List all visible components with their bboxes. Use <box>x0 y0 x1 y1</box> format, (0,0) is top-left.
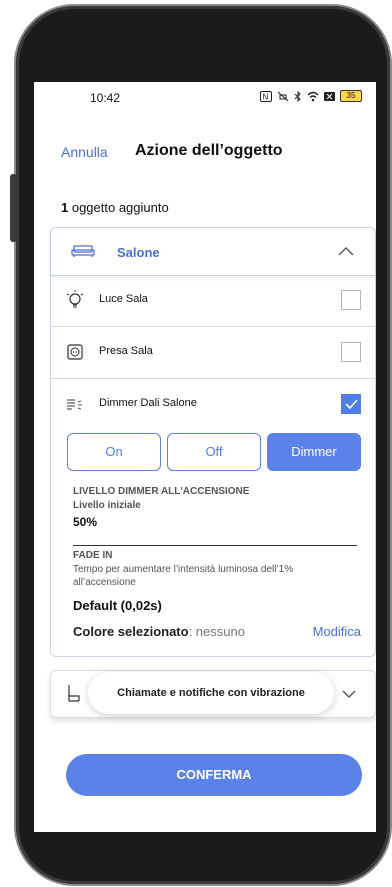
mode-off-button[interactable]: Off <box>167 433 261 471</box>
room-card: Salone Luce Sala Presa Sala Dimmer Dali … <box>50 227 376 657</box>
chair-icon <box>68 685 80 702</box>
mode-on-button[interactable]: On <box>67 433 161 471</box>
toast-notification: Chiamate e notifiche con vibrazione <box>88 672 334 714</box>
objects-count: 1 oggetto aggiunto <box>61 200 169 215</box>
device-label: Presa Sala <box>99 345 153 357</box>
nfc-icon: N <box>260 90 272 102</box>
room-name: Salone <box>117 245 160 260</box>
chevron-up-icon[interactable] <box>337 244 355 258</box>
bluetooth-icon <box>294 90 301 102</box>
wifi-icon <box>307 91 319 101</box>
dimmer-level-title: LIVELLO DIMMER ALL'ACCENSIONE <box>73 486 250 497</box>
device-row-presa-sala[interactable]: Presa Sala <box>51 328 375 379</box>
fade-in-description: Tempo per aumentare l’intensità luminosa… <box>73 564 294 588</box>
room-header[interactable]: Salone <box>51 228 375 276</box>
status-time: 10:42 <box>90 91 121 105</box>
modify-color-link[interactable]: Modifica <box>313 624 361 639</box>
cancel-button[interactable]: Annulla <box>61 144 108 160</box>
status-icons: N 35 <box>260 90 362 102</box>
selected-color-value: : nessuno <box>188 624 245 639</box>
svg-text:N: N <box>263 92 269 101</box>
header: Annulla Azione dell’oggetto <box>34 140 376 164</box>
device-checkbox[interactable] <box>341 290 361 310</box>
device-row-luce-sala[interactable]: Luce Sala <box>51 276 375 327</box>
device-checkbox-checked[interactable] <box>341 394 361 414</box>
selected-color: Colore selezionato: nessuno <box>73 624 245 639</box>
sofa-icon <box>71 245 95 257</box>
page-title: Azione dell’oggetto <box>135 142 283 159</box>
selected-color-label: Colore selezionato <box>73 624 189 639</box>
battery-icon: 35 <box>340 90 362 102</box>
close-box-icon <box>324 91 335 101</box>
mode-dimmer-button[interactable]: Dimmer <box>267 433 361 471</box>
confirm-button[interactable]: CONFERMA <box>66 754 362 796</box>
fade-in-title: FADE IN <box>73 550 113 561</box>
dimmer-mode-selector: On Off Dimmer <box>67 433 361 471</box>
device-label: Luce Sala <box>99 293 148 305</box>
objects-count-label: oggetto aggiunto <box>68 200 169 215</box>
fade-in-value[interactable]: Default (0,02s) <box>73 598 162 613</box>
chevron-down-icon[interactable] <box>341 688 357 700</box>
check-icon <box>345 399 358 410</box>
dimmer-icon <box>67 399 82 410</box>
bulb-icon <box>66 290 84 308</box>
mute-icon <box>277 91 289 101</box>
divider <box>73 545 357 546</box>
phone-screen: 10:42 N 35 Annulla Azione dell’oggetto 1… <box>34 82 376 832</box>
device-checkbox[interactable] <box>341 342 361 362</box>
status-bar: 10:42 N 35 <box>34 82 376 112</box>
device-row-dimmer-dali-salone[interactable]: Dimmer Dali Salone <box>51 380 375 430</box>
initial-level-label: Livello iniziale <box>73 500 141 511</box>
initial-level-value[interactable]: 50% <box>73 515 97 529</box>
device-label: Dimmer Dali Salone <box>99 397 197 409</box>
socket-icon <box>67 344 83 360</box>
phone-side-button <box>10 174 17 242</box>
